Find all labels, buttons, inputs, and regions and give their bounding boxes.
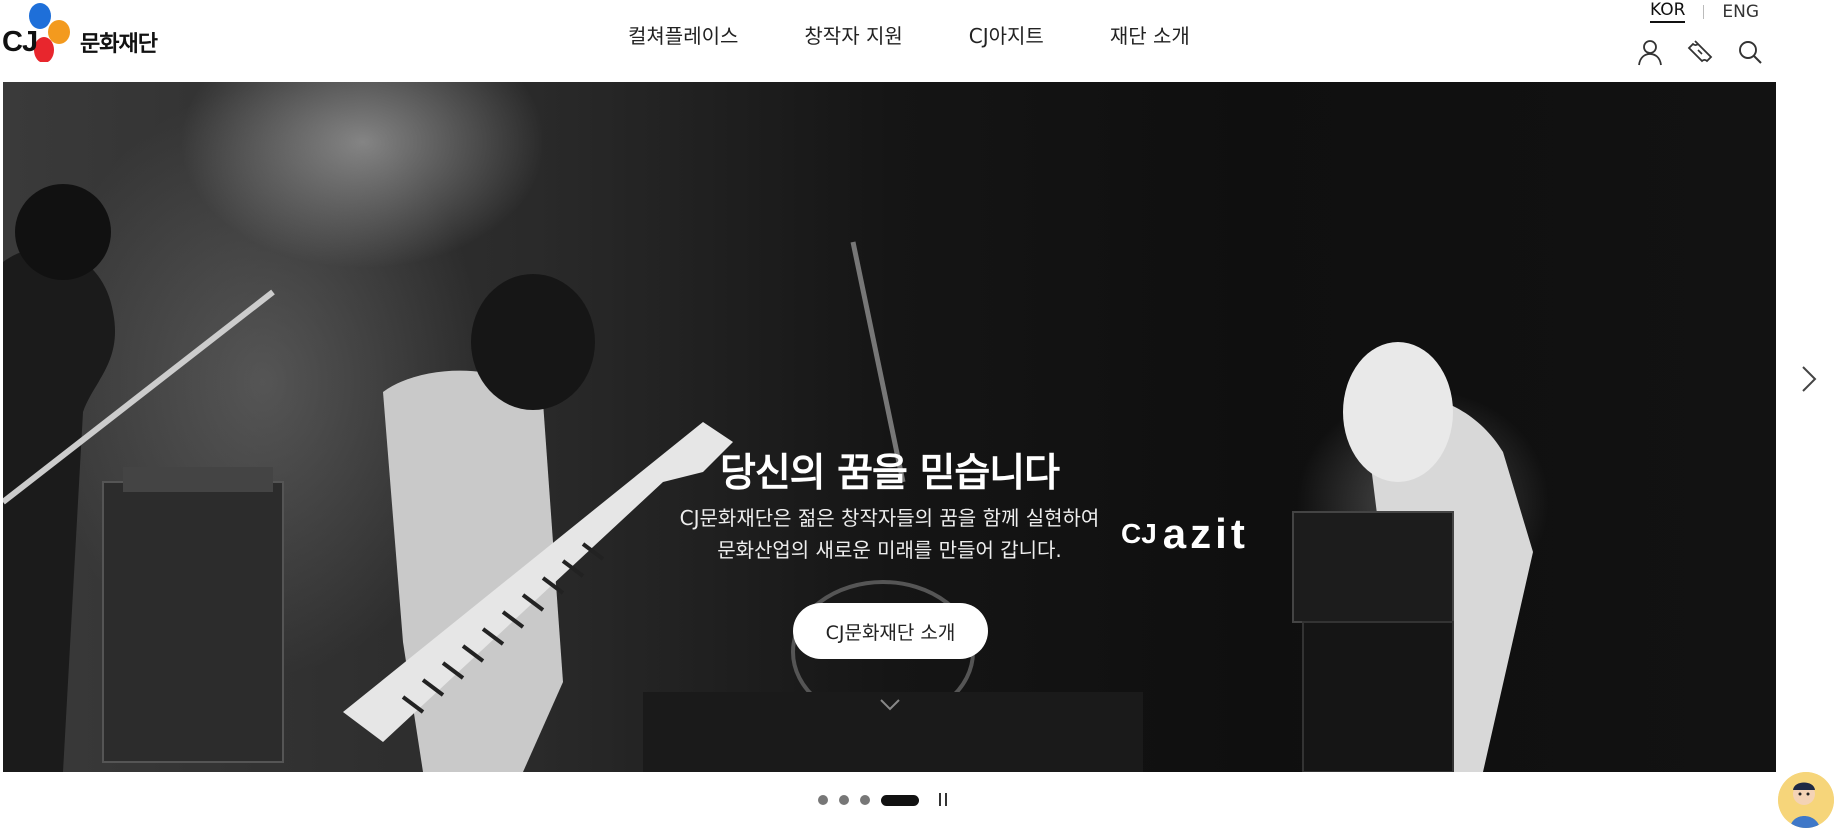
language-switcher: KOR ENG — [1650, 0, 1759, 23]
user-icon[interactable] — [1636, 38, 1664, 66]
slider-next-chevron-icon[interactable] — [1796, 364, 1822, 394]
lang-kor-link[interactable]: KOR — [1650, 0, 1686, 23]
lang-eng-link[interactable]: ENG — [1722, 2, 1759, 22]
logo-brand-text: 문화재단 — [80, 32, 158, 57]
nav-item-foundation-intro[interactable]: 재단 소개 — [1110, 20, 1190, 49]
chatbot-character-icon — [1778, 772, 1834, 828]
slide-dot-4-active[interactable] — [881, 794, 919, 806]
hero-desc-line-1: CJ문화재단은 젊은 창작자들의 꿈을 함께 실현하여 — [679, 506, 1100, 530]
nav-item-creator-support[interactable]: 창작자 지원 — [804, 20, 902, 49]
chatbot-avatar-icon[interactable] — [1778, 772, 1834, 828]
logo-cj-text: CJ — [2, 26, 38, 58]
hero-description: CJ문화재단은 젊은 창작자들의 꿈을 함께 실현하여 문화산업의 새로운 미래… — [3, 502, 1776, 566]
slide-dot-3[interactable] — [860, 795, 870, 805]
slide-dot-2[interactable] — [839, 795, 849, 805]
azit-watermark-text: azit — [1162, 510, 1249, 557]
nav-item-culture-place[interactable]: 컬쳐플레이스 — [628, 20, 738, 49]
main-navigation: 컬쳐플레이스 창작자 지원 CJ아지트 재단 소개 — [628, 20, 1256, 49]
hero-slider: 당신의 꿈을 믿습니다 CJ문화재단은 젊은 창작자들의 꿈을 함께 실현하여 … — [3, 82, 1776, 772]
azit-watermark-cj: CJ — [1121, 518, 1157, 549]
cj-azit-watermark: CJ azit — [1121, 510, 1249, 558]
hero-desc-line-2: 문화산업의 새로운 미래를 만들어 갑니다. — [717, 538, 1062, 562]
search-icon[interactable] — [1736, 38, 1764, 66]
lang-divider — [1703, 4, 1705, 19]
utility-icons — [1636, 38, 1764, 66]
hero-title: 당신의 꿈을 믿습니다 — [719, 451, 1060, 496]
ticket-icon[interactable] — [1686, 38, 1714, 66]
hero-copy: 당신의 꿈을 믿습니다 CJ문화재단은 젊은 창작자들의 꿈을 함께 실현하여 … — [3, 82, 1776, 772]
slide-dot-1[interactable] — [818, 795, 828, 805]
cj-foundation-logo[interactable]: CJ 문화재단 — [2, 2, 162, 68]
foundation-intro-button[interactable]: CJ문화재단 소개 — [793, 603, 988, 659]
nav-item-cj-azit[interactable]: CJ아지트 — [969, 20, 1044, 49]
slider-pagination — [818, 793, 951, 807]
scroll-down-chevron-icon[interactable] — [879, 694, 901, 716]
pause-icon[interactable] — [939, 793, 951, 807]
